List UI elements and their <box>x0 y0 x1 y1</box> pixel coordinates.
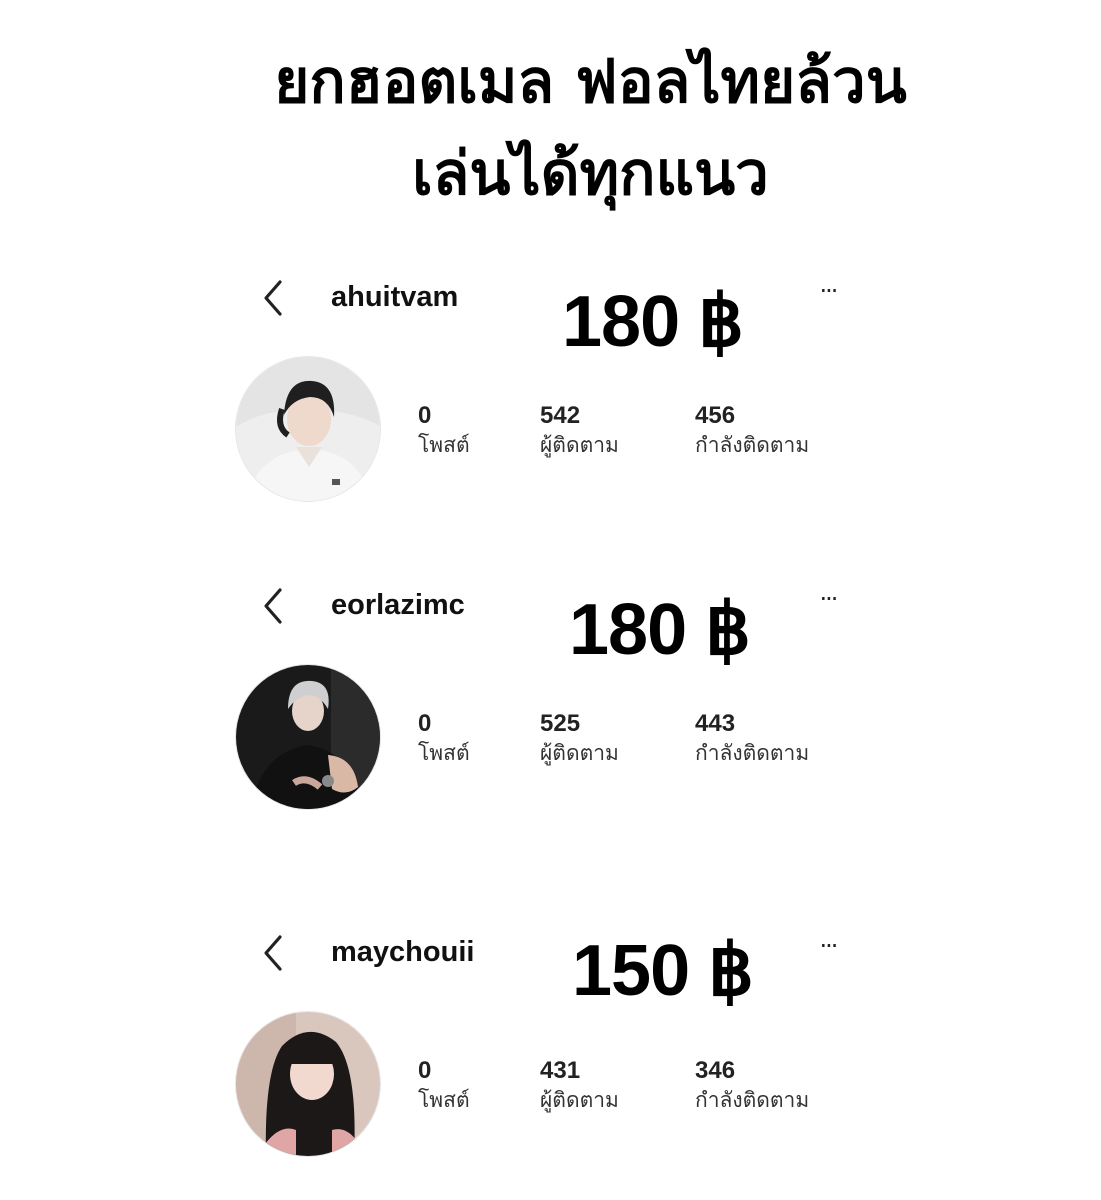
following-label: กำลังติดตาม <box>695 433 810 457</box>
profile-photo <box>236 665 380 809</box>
username[interactable]: maychouii <box>331 935 474 969</box>
back-button[interactable] <box>256 933 290 973</box>
account-card-eorlazimc: eorlazimc 180 ฿ ··· 0 โพสต์ 525 ผู้ติดตา… <box>0 578 1101 818</box>
profile-photo <box>236 357 380 501</box>
posts-count: 0 <box>418 710 432 737</box>
headline-line-2: เล่นได้ทุกแนว <box>412 139 769 209</box>
stat-posts: 0 โพสต์ <box>418 710 470 768</box>
posts-label: โพสต์ <box>418 1088 470 1112</box>
headline-line-1: ยกฮอตเมล ฟอลไทยล้วน <box>274 47 907 117</box>
posts-label: โพสต์ <box>418 433 470 457</box>
stat-posts: 0 โพสต์ <box>418 1057 470 1115</box>
price-label: 150 ฿ <box>572 931 754 1011</box>
posts-count: 0 <box>418 402 432 429</box>
following-count: 346 <box>695 1057 736 1084</box>
avatar[interactable] <box>235 1011 381 1157</box>
avatar[interactable] <box>235 356 381 502</box>
stat-followers[interactable]: 525 ผู้ติดตาม <box>540 710 619 768</box>
posts-count: 0 <box>418 1057 432 1084</box>
stat-following[interactable]: 443 กำลังติดตาม <box>695 710 809 768</box>
username[interactable]: eorlazimc <box>331 588 465 622</box>
more-options-button[interactable]: ··· <box>812 931 844 961</box>
more-options-button[interactable]: ··· <box>812 276 844 306</box>
profile-photo <box>236 1012 380 1156</box>
followers-label: ผู้ติดตาม <box>540 433 619 457</box>
stat-followers[interactable]: 431 ผู้ติดตาม <box>540 1057 619 1115</box>
account-card-maychouii: maychouii 150 ฿ ··· 0 โพสต์ 431 ผู้ติดตา… <box>0 925 1101 1165</box>
following-label: กำลังติดตาม <box>695 1088 810 1112</box>
price-label: 180 ฿ <box>562 282 744 362</box>
stat-following[interactable]: 456 กำลังติดตาม <box>695 402 809 460</box>
avatar[interactable] <box>235 664 381 810</box>
followers-label: ผู้ติดตาม <box>540 1088 619 1112</box>
followers-label: ผู้ติดตาม <box>540 741 619 765</box>
followers-count: 525 <box>540 710 581 737</box>
stat-following[interactable]: 346 กำลังติดตาม <box>695 1057 809 1115</box>
stat-posts: 0 โพสต์ <box>418 402 470 460</box>
chevron-left-icon <box>264 588 282 624</box>
posts-label: โพสต์ <box>418 741 470 765</box>
stat-followers[interactable]: 542 ผู้ติดตาม <box>540 402 619 460</box>
more-options-button[interactable]: ··· <box>812 584 844 614</box>
following-count: 456 <box>695 402 736 429</box>
back-button[interactable] <box>256 278 290 318</box>
account-card-ahuitvam: ahuitvam 180 ฿ ··· 0 โพสต์ 542 ผู้ติดตาม… <box>0 270 1101 510</box>
back-button[interactable] <box>256 586 290 626</box>
price-label: 180 ฿ <box>569 590 751 670</box>
following-label: กำลังติดตาม <box>695 741 810 765</box>
followers-count: 431 <box>540 1057 581 1084</box>
chevron-left-icon <box>264 935 282 971</box>
username[interactable]: ahuitvam <box>331 280 458 314</box>
chevron-left-icon <box>264 280 282 316</box>
following-count: 443 <box>695 710 736 737</box>
followers-count: 542 <box>540 402 581 429</box>
